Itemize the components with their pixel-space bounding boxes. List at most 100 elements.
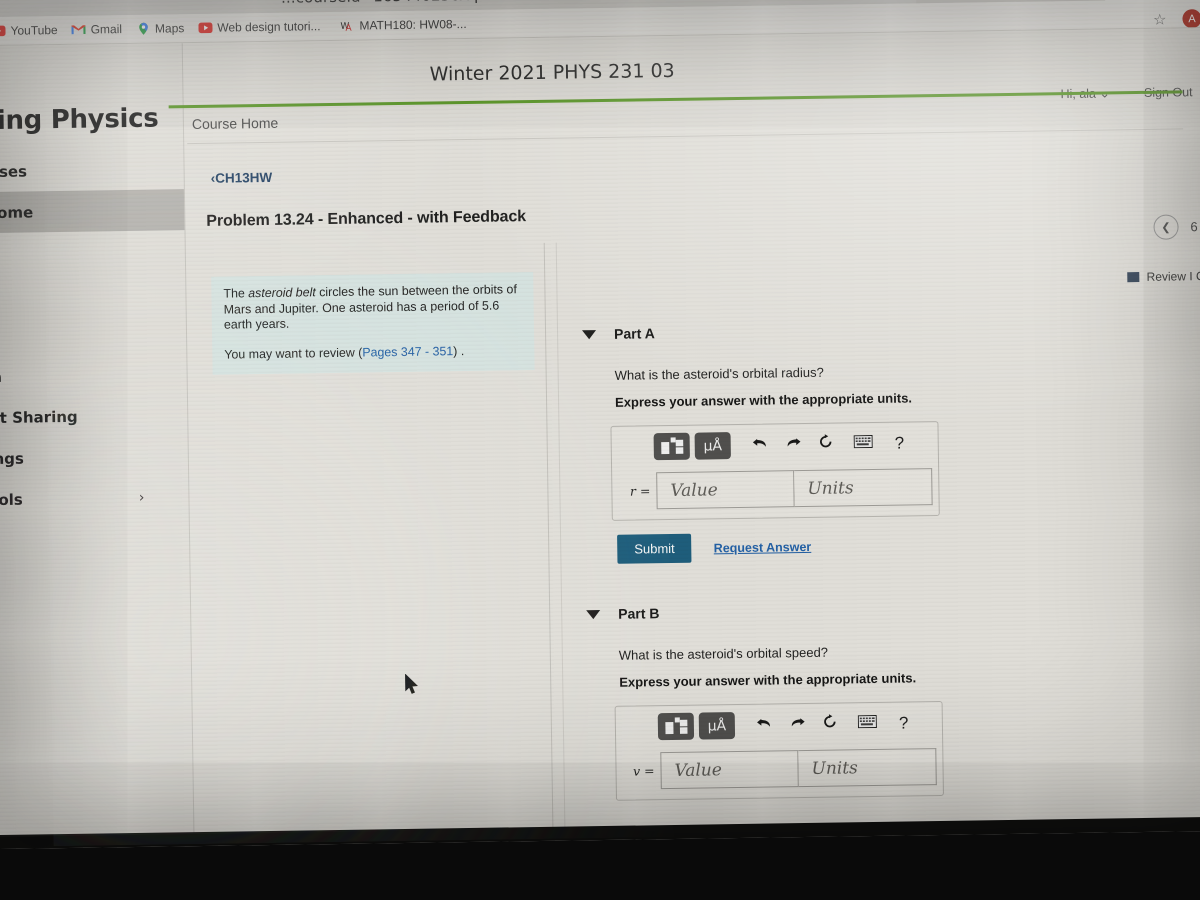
part-label: Part A xyxy=(613,325,655,342)
divider xyxy=(187,128,1184,145)
request-answer-link[interactable]: Request Answer xyxy=(714,539,812,554)
part-b-input-row: v = Value Units xyxy=(626,748,943,790)
part-a-input-row: r = Value Units xyxy=(622,468,939,510)
svg-text:A: A xyxy=(345,24,352,33)
youtube-icon xyxy=(198,21,213,35)
part-a-actions: Submit Request Answer xyxy=(617,530,940,564)
redo-icon[interactable] xyxy=(785,435,802,455)
sidebar-item-more-tools[interactable]: e Tools › xyxy=(0,476,189,520)
divider xyxy=(555,242,566,828)
laptop-screen-photo: box (5) ✕ Inbox (1) ✕ Course H... › ...c… xyxy=(0,0,1200,900)
sidebar-nav: Courses se Home bus s Area xyxy=(0,148,189,520)
undo-icon[interactable] xyxy=(752,435,769,455)
sidebar-item-scores[interactable]: s xyxy=(0,271,186,315)
part-label: Part B xyxy=(618,605,660,622)
part-b-value-input[interactable]: Value xyxy=(660,750,799,790)
bookmark-youtube[interactable]: YouTube xyxy=(0,23,58,38)
pager-position: 6 o xyxy=(1190,219,1200,235)
bookmark-math180[interactable]: WA MATH180: HW08-... xyxy=(340,16,467,34)
part-a-units-input[interactable]: Units xyxy=(794,468,933,508)
caret-down-icon[interactable] xyxy=(586,609,601,619)
part-a-toolbar: μÅ ? xyxy=(653,429,938,461)
sidebar-item-syllabus[interactable]: bus xyxy=(0,230,185,274)
bookmark-label: Maps xyxy=(154,21,185,36)
caret-down-icon[interactable] xyxy=(582,329,597,339)
statement-text: The asteroid belt circles the sun betwee… xyxy=(223,282,517,332)
divider xyxy=(543,242,554,828)
submit-button[interactable]: Submit xyxy=(617,533,692,564)
brand-row: tering Physics xyxy=(0,103,183,137)
accent-rule xyxy=(168,90,1183,109)
part-b-variable-label: v = xyxy=(632,763,655,779)
sidebar-item-courses[interactable]: Courses xyxy=(0,148,184,192)
part-b-question: What is the asteroid's orbital speed? xyxy=(618,644,829,663)
part-b-toolbar: μÅ ? xyxy=(657,709,942,741)
template-matrix-icon[interactable] xyxy=(653,432,690,461)
problem-pager: ❮ 6 o xyxy=(1153,214,1200,240)
undo-icon[interactable] xyxy=(756,715,773,735)
sidebar-item-label: ment Sharing xyxy=(0,407,78,427)
page-title: Problem 13.24 - Enhanced - with Feedback xyxy=(206,208,527,230)
help-icon[interactable]: ? xyxy=(895,433,905,453)
app-brand: tering Physics xyxy=(0,103,159,137)
part-a-question: What is the asteroid's orbital radius? xyxy=(614,364,824,383)
redo-icon[interactable] xyxy=(789,715,806,735)
chevron-left-icon[interactable]: ❮ xyxy=(1153,214,1179,240)
review-pages-link[interactable]: Pages 347 - 351 xyxy=(362,344,453,359)
units-micro-angstrom-icon[interactable]: μÅ xyxy=(694,432,731,460)
part-b: Part B What is the asteroid's orbital sp… xyxy=(586,601,944,801)
part-a-variable-label: r = xyxy=(629,483,651,499)
bookmark-label: YouTube xyxy=(10,23,58,38)
part-b-units-input[interactable]: Units xyxy=(798,748,937,788)
part-a-answer-box: μÅ ? r = Value Units xyxy=(610,421,940,521)
reset-icon[interactable] xyxy=(822,714,838,735)
chrome-toolbar-right: ☆ A xyxy=(1153,9,1200,29)
chevron-right-icon: › xyxy=(138,489,145,506)
sidebar-item-label: e Tools xyxy=(0,490,23,509)
course-title: Winter 2021 PHYS 231 03 xyxy=(429,59,675,86)
sidebar-item-label: Courses xyxy=(0,162,28,182)
sidebar-item-course-home[interactable]: se Home xyxy=(0,189,185,234)
part-b-answer-box: μÅ ? v = Value Units xyxy=(614,700,944,801)
bookmark-label: MATH180: HW08-... xyxy=(359,16,467,33)
part-a-instruction: Express your answer with the appropriate… xyxy=(614,390,913,410)
units-micro-angstrom-icon[interactable]: μÅ xyxy=(698,712,736,740)
youtube-icon xyxy=(0,24,6,38)
browser-window: box (5) ✕ Inbox (1) ✕ Course H... › ...c… xyxy=(0,0,1200,850)
back-to-assignment-link[interactable]: ‹CH13HW xyxy=(211,170,273,186)
review-constants-link[interactable]: Review I Co xyxy=(1127,268,1200,284)
review-label: Review I Co xyxy=(1146,268,1200,284)
wileyplus-icon: WA xyxy=(340,19,354,34)
part-b-header[interactable]: Part B xyxy=(586,601,941,622)
sidebar-item-area[interactable]: Area xyxy=(0,353,187,397)
sidebar-item-document-sharing[interactable]: ment Sharing xyxy=(0,394,188,438)
help-icon[interactable]: ? xyxy=(899,713,909,733)
part-a: Part A What is the asteroid's orbital ra… xyxy=(582,321,940,564)
bookmark-web-design[interactable]: Web design tutori... xyxy=(198,19,321,35)
sidebar-item-settings[interactable]: ettings xyxy=(0,435,188,479)
part-a-header[interactable]: Part A xyxy=(582,321,937,342)
keyboard-icon[interactable] xyxy=(853,434,873,452)
bookmark-maps[interactable]: Maps xyxy=(136,21,185,36)
problem-statement: The asteroid belt circles the sun betwee… xyxy=(211,272,535,375)
breadcrumb[interactable]: Course Home xyxy=(192,115,279,132)
avatar[interactable]: A xyxy=(1182,9,1200,29)
bookmark-gmail[interactable]: Gmail xyxy=(71,22,123,37)
sidebar-item-label: ettings xyxy=(0,449,24,468)
bookmark-label: Web design tutori... xyxy=(217,19,321,35)
page-content: tering Physics Courses se Home bus s xyxy=(0,27,1200,837)
review-pages-text: You may want to review (Pages 347 - 351)… xyxy=(224,343,465,362)
template-matrix-icon[interactable] xyxy=(657,712,695,741)
bookmark-label: Gmail xyxy=(90,22,123,37)
book-icon xyxy=(1127,272,1140,283)
part-a-value-input[interactable]: Value xyxy=(656,470,795,510)
reset-icon[interactable] xyxy=(818,434,834,455)
sidebar-item-blank[interactable] xyxy=(0,312,186,356)
maps-pin-icon xyxy=(136,22,150,36)
bookmark-star-icon[interactable]: ☆ xyxy=(1153,10,1167,28)
sidebar-item-label: se Home xyxy=(0,202,34,222)
left-sidebar: tering Physics Courses se Home bus s xyxy=(0,43,195,837)
keyboard-icon[interactable] xyxy=(857,714,877,732)
gmail-icon xyxy=(71,23,86,37)
part-b-instruction: Express your answer with the appropriate… xyxy=(619,670,917,690)
